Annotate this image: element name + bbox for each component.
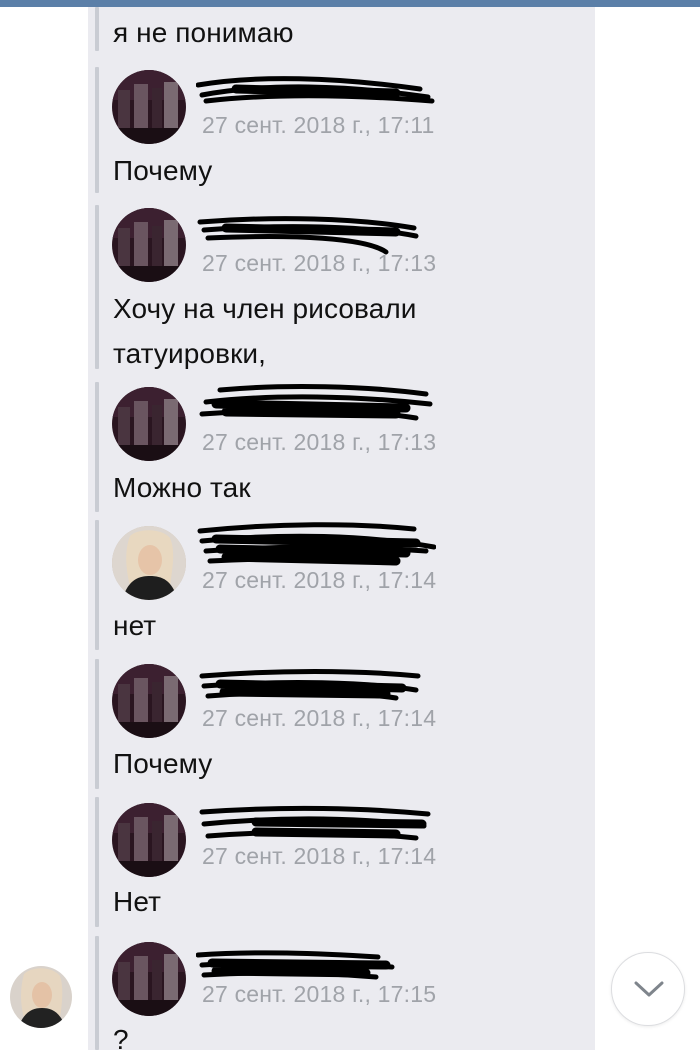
quote-bar — [95, 205, 99, 369]
redacted-sender-name — [197, 216, 419, 255]
redacted-sender-name — [197, 522, 436, 566]
quote-bar — [95, 7, 99, 51]
message-text: Нет — [113, 886, 161, 917]
quote-bar — [95, 67, 99, 193]
avatar[interactable] — [112, 208, 186, 282]
message-timestamp: 27 сент. 2018 г., 17:13 — [202, 429, 437, 455]
quote-bar — [95, 797, 99, 927]
quote-bar — [95, 382, 99, 512]
quote-bar — [95, 659, 99, 789]
quote-bar — [95, 936, 99, 1050]
message-timestamp: 27 сент. 2018 г., 17:11 — [202, 112, 435, 138]
message-text: я не понимаю — [113, 17, 294, 48]
chevron-down-icon — [634, 981, 664, 997]
redacted-sender-name — [199, 384, 433, 421]
message-text: нет — [113, 610, 157, 641]
avatar[interactable] — [112, 526, 186, 600]
top-nav-bar — [0, 0, 700, 7]
quote-bar — [95, 520, 99, 650]
message-text: Можно так — [113, 472, 251, 503]
scroll-down-button[interactable] — [611, 952, 685, 1026]
message-text: Почему — [113, 155, 213, 186]
avatar[interactable] — [112, 387, 186, 461]
message-text: ? — [113, 1024, 129, 1050]
message-timestamp: 27 сент. 2018 г., 17:15 — [202, 981, 437, 1007]
avatar[interactable] — [112, 664, 186, 738]
sender-avatar[interactable] — [10, 966, 72, 1028]
message-timestamp: 27 сент. 2018 г., 17:14 — [202, 705, 437, 731]
message-timestamp: 27 сент. 2018 г., 17:14 — [202, 567, 437, 593]
message-text: Почему — [113, 748, 213, 779]
avatar[interactable] — [112, 70, 186, 144]
avatar[interactable] — [112, 942, 186, 1016]
message-timestamp: 27 сент. 2018 г., 17:14 — [202, 843, 437, 869]
message-text: Хочу на член рисовали — [113, 293, 417, 324]
message-text: татуировки, — [113, 338, 267, 369]
avatar[interactable] — [112, 803, 186, 877]
message-timestamp: 27 сент. 2018 г., 17:13 — [202, 250, 437, 276]
forwarded-messages-thread[interactable]: я не понимаю 27 сент. 2018 г., 17:11 Поч… — [88, 7, 595, 1050]
